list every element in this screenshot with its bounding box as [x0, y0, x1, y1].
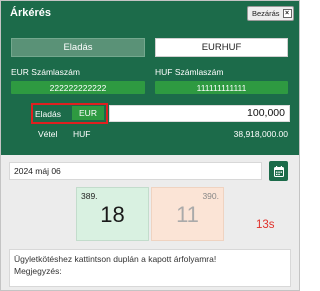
- calendar-icon: [273, 165, 284, 177]
- huf-account-select[interactable]: 111111111111: [155, 81, 288, 94]
- price-request-dialog: Árkérés Bezárás × Eladás EURHUF EUR Szám…: [0, 0, 300, 291]
- sell-currency-button[interactable]: EUR: [72, 106, 104, 120]
- buy-quote-pips: 18: [100, 202, 125, 227]
- buy-quote-tile[interactable]: 389. 18: [76, 187, 149, 241]
- huf-account-label: HUF Számlaszám: [155, 67, 224, 77]
- eur-account-label: EUR Számlaszám: [11, 67, 80, 77]
- sell-amount-input[interactable]: 100,000: [109, 105, 290, 122]
- eur-account-select[interactable]: 222222222222: [11, 81, 145, 94]
- sell-quote-pips: 11: [176, 202, 199, 227]
- note-textarea[interactable]: Ügyletkötéshez kattintson duplán a kapot…: [9, 249, 291, 287]
- value-date-field[interactable]: 2024 máj 06: [9, 162, 262, 180]
- note-label: Megjegyzés:: [14, 266, 62, 276]
- note-instruction-text: Ügyletkötéshez kattintson duplán a kapot…: [14, 254, 217, 264]
- quote-countdown-timer: 13s: [256, 219, 275, 231]
- sell-quote-tile[interactable]: 390. 11: [151, 187, 224, 241]
- dialog-header: Árkérés Bezárás × Eladás EURHUF EUR Szám…: [1, 1, 299, 155]
- close-button[interactable]: Bezárás ×: [247, 6, 294, 21]
- buy-currency: HUF: [73, 129, 91, 139]
- sell-quote-prefix: 390.: [202, 191, 219, 201]
- close-button-label: Bezárás: [252, 9, 280, 18]
- currency-pair-selector[interactable]: EURHUF: [155, 38, 288, 57]
- buy-amount: 38,918,000.00: [233, 129, 288, 139]
- sell-label: Eladás: [35, 109, 61, 119]
- tab-sell[interactable]: Eladás: [11, 38, 145, 57]
- buy-quote-prefix: 389.: [81, 191, 98, 201]
- dialog-title: Árkérés: [10, 7, 51, 19]
- calendar-button[interactable]: [269, 161, 288, 181]
- buy-label: Vétel: [38, 129, 58, 139]
- close-icon: ×: [282, 9, 292, 18]
